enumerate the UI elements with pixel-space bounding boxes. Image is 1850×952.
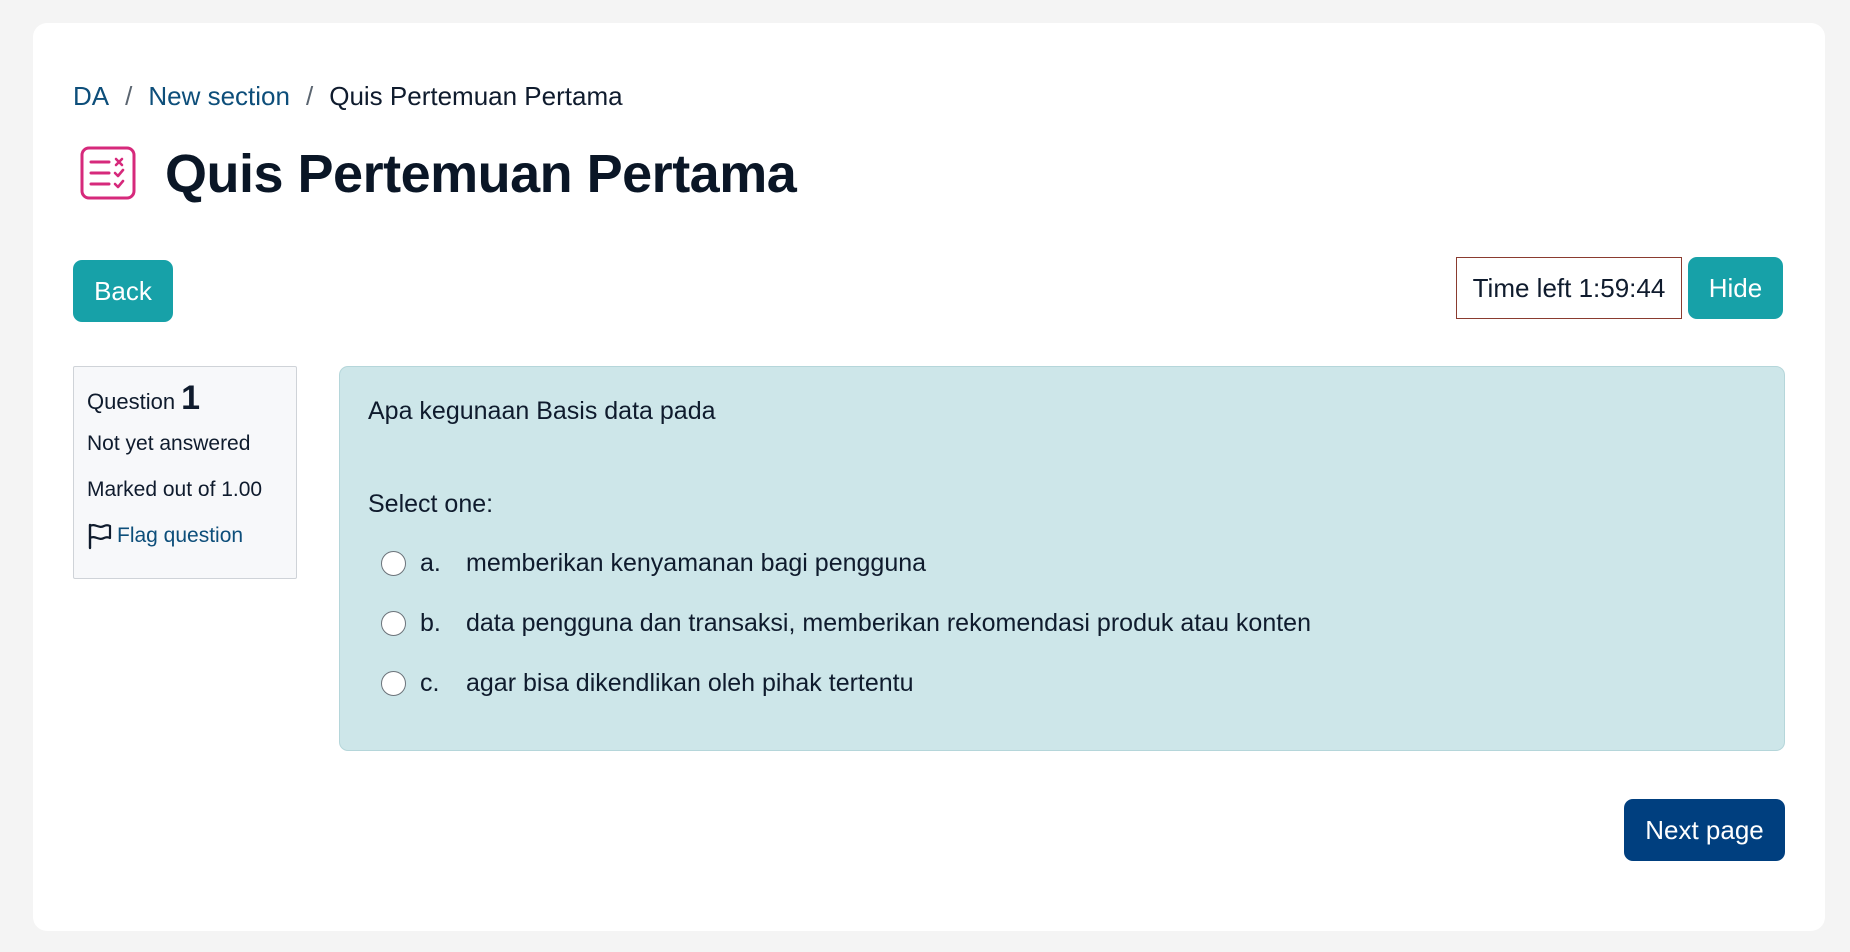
answer-option-c[interactable]: c. agar bisa dikendlikan oleh pihak tert… <box>368 653 1756 713</box>
answer-radio-b[interactable] <box>381 610 406 636</box>
question-number-line: Question 1 <box>87 379 283 418</box>
flag-question-label[interactable]: Flag question <box>117 524 243 548</box>
breadcrumb-link-course[interactable]: DA <box>73 83 109 109</box>
back-button[interactable]: Back <box>73 260 173 322</box>
page-card: DA / New section / Quis Pertemuan Pertam… <box>33 23 1825 931</box>
answer-letter: c. <box>420 668 440 697</box>
answer-list: a. memberikan kenyamanan bagi pengguna b… <box>368 533 1756 713</box>
answer-radio-a[interactable] <box>381 550 406 576</box>
breadcrumb-current: Quis Pertemuan Pertama <box>329 81 623 111</box>
question-mark: Marked out of 1.00 <box>87 478 263 501</box>
question-info-panel: Question 1 Not yet answered Marked out o… <box>73 366 297 579</box>
answer-radio-c[interactable] <box>381 670 406 696</box>
hide-timer-button[interactable]: Hide <box>1688 257 1783 319</box>
answer-option-b[interactable]: b. data pengguna dan transaksi, memberik… <box>368 593 1756 653</box>
answer-text[interactable]: agar bisa dikendlikan oleh pihak tertent… <box>466 669 914 698</box>
breadcrumb-separator: / <box>305 81 314 111</box>
next-page-button[interactable]: Next page <box>1624 799 1785 861</box>
answer-letter: a. <box>420 548 441 577</box>
question-text: Apa kegunaan Basis data pada <box>368 397 716 425</box>
page-title: Quis Pertemuan Pertama <box>165 144 797 204</box>
answer-text[interactable]: data pengguna dan transaksi, memberikan … <box>466 609 1311 638</box>
question-state: Not yet answered <box>87 432 251 455</box>
question-content: Apa kegunaan Basis data pada Select one:… <box>339 366 1785 751</box>
breadcrumb-link-section[interactable]: New section <box>148 83 290 109</box>
quiz-checklist-icon <box>80 146 136 200</box>
page-header: Quis Pertemuan Pertama <box>73 143 797 205</box>
flag-question-link[interactable]: Flag question <box>87 522 283 550</box>
answer-letter: b. <box>420 608 441 637</box>
answer-text[interactable]: memberikan kenyamanan bagi pengguna <box>466 549 926 578</box>
question-number: 1 <box>181 379 200 417</box>
select-one-prompt: Select one: <box>368 490 494 518</box>
flag-icon <box>88 523 112 550</box>
answer-option-a[interactable]: a. memberikan kenyamanan bagi pengguna <box>368 533 1756 593</box>
question-label: Question <box>87 389 176 414</box>
breadcrumb: DA / New section / Quis Pertemuan Pertam… <box>73 83 623 109</box>
breadcrumb-separator: / <box>125 81 133 111</box>
time-left-timer: Time left 1:59:44 <box>1456 257 1682 319</box>
